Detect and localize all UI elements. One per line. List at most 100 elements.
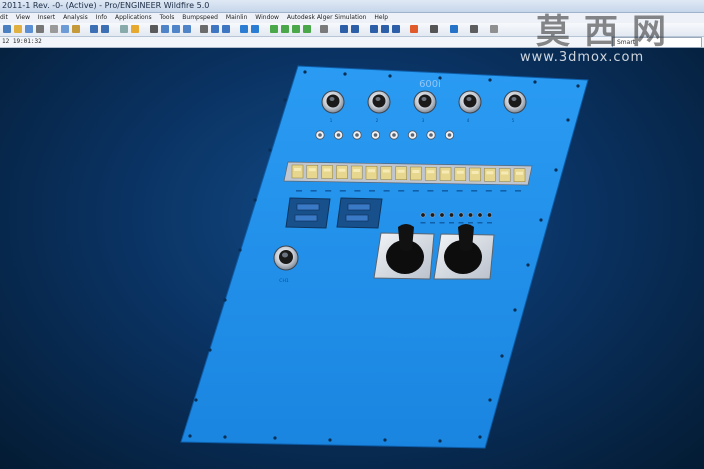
terminal-label — [369, 190, 375, 192]
redo-icon[interactable] — [101, 25, 109, 33]
help-icon[interactable] — [450, 25, 458, 33]
terminal-block[interactable] — [321, 165, 333, 179]
terminal-block[interactable] — [454, 167, 467, 181]
datum-planes-icon[interactable] — [270, 25, 278, 33]
terminal-block[interactable] — [336, 165, 348, 179]
measure-icon[interactable] — [410, 25, 418, 33]
menu-analysis[interactable]: Analysis — [63, 13, 88, 23]
layer-icon[interactable] — [430, 25, 438, 33]
mounting-hole — [554, 168, 558, 172]
mounting-hole — [283, 98, 287, 102]
terminal-label — [515, 190, 521, 192]
context-help-icon[interactable] — [470, 25, 478, 33]
cut-icon[interactable] — [50, 25, 58, 33]
menu-applications[interactable]: Applications — [115, 13, 152, 23]
annotation-icon[interactable] — [320, 25, 328, 33]
mounting-hole — [526, 263, 530, 267]
new-file-icon[interactable] — [3, 25, 11, 33]
repaint-icon[interactable] — [150, 25, 158, 33]
menu-simulation[interactable]: Autodesk Alger Simulation — [287, 13, 367, 23]
refit-icon[interactable] — [183, 25, 191, 33]
terminal-block[interactable] — [424, 167, 437, 181]
regenerate-icon[interactable] — [120, 25, 128, 33]
secondary-toolbar — [0, 37, 704, 48]
toggle-switch[interactable] — [389, 130, 399, 140]
terminal-label — [296, 190, 302, 192]
toggle-switch[interactable] — [333, 130, 344, 140]
terminal-block[interactable] — [380, 166, 393, 180]
toggle-switch[interactable] — [315, 130, 325, 140]
csys-icon[interactable] — [303, 25, 311, 33]
terminal-block[interactable] — [513, 168, 526, 182]
toggle-switch[interactable] — [444, 130, 455, 140]
copy-icon[interactable] — [61, 25, 69, 33]
terminal-block[interactable] — [410, 166, 422, 181]
menu-tools[interactable]: Tools — [160, 13, 175, 23]
terminal-block[interactable] — [350, 165, 363, 180]
print-icon[interactable] — [36, 25, 44, 33]
menu-view[interactable]: View — [16, 13, 30, 23]
menu-info[interactable]: Info — [96, 13, 107, 23]
mounting-hole — [194, 398, 198, 402]
graphics-viewport[interactable]: 600i 12345 CH1 — [0, 48, 704, 469]
terminal-label — [412, 190, 419, 192]
menu-window[interactable]: Window — [255, 13, 279, 23]
model-scene[interactable]: 600i 12345 CH1 — [0, 48, 704, 469]
datum-axes-icon[interactable] — [281, 25, 289, 33]
terminal-block[interactable] — [439, 167, 452, 181]
open-file-icon[interactable] — [14, 25, 22, 33]
revolve-icon[interactable] — [392, 25, 400, 33]
terminal-label — [398, 190, 405, 192]
menu-help[interactable]: Help — [374, 13, 388, 23]
toggle-switch[interactable] — [407, 130, 418, 140]
toggle-switch[interactable] — [352, 130, 362, 140]
terminal-block[interactable] — [306, 165, 319, 179]
saved-views-icon[interactable] — [240, 25, 248, 33]
mounting-hole — [268, 148, 272, 152]
terminal-block[interactable] — [291, 164, 304, 179]
sketch-icon[interactable] — [370, 25, 378, 33]
toggle-switch[interactable] — [426, 130, 436, 140]
smart-filter-box[interactable]: Smart — [612, 37, 702, 48]
orient-icon[interactable] — [251, 25, 259, 33]
mounting-hole — [533, 80, 537, 84]
zoom-out-icon[interactable] — [172, 25, 180, 33]
terminal-label — [500, 190, 507, 192]
window-title: 2011-1 Rev. -0- (Active) - Pro/ENGINEER … — [2, 1, 210, 10]
db-connector-right[interactable] — [336, 197, 383, 229]
menu-bumpspeed[interactable]: Bumpspeed — [182, 13, 218, 23]
appearance-icon[interactable] — [340, 25, 348, 33]
terminal-block[interactable] — [498, 168, 511, 182]
model-tree-icon[interactable] — [351, 25, 359, 33]
db-connector-left[interactable] — [285, 197, 331, 229]
undo-icon[interactable] — [90, 25, 98, 33]
hidden-line-icon[interactable] — [222, 25, 230, 33]
settings-icon[interactable] — [490, 25, 498, 33]
db-port-icon — [345, 214, 369, 222]
rotary-knob-single[interactable] — [273, 245, 299, 271]
terminal-block[interactable] — [365, 166, 378, 180]
knob-label: 4 — [467, 118, 470, 123]
terminal-strip — [283, 161, 533, 186]
save-icon[interactable] — [25, 25, 33, 33]
datum-points-icon[interactable] — [292, 25, 300, 33]
terminal-block[interactable] — [469, 167, 481, 182]
panel-model-label: 600i — [419, 79, 441, 90]
menu-edit[interactable]: dit — [0, 13, 8, 23]
shading-icon[interactable] — [200, 25, 208, 33]
mounting-hole — [223, 298, 227, 302]
zoom-in-icon[interactable] — [161, 25, 169, 33]
mounting-hole — [223, 435, 227, 439]
terminal-block[interactable] — [395, 166, 407, 180]
mounting-hole — [576, 84, 580, 88]
mounting-hole — [438, 439, 442, 443]
find-icon[interactable] — [131, 25, 139, 33]
menu-insert[interactable]: Insert — [38, 13, 55, 23]
wireframe-icon[interactable] — [211, 25, 219, 33]
toggle-switch[interactable] — [370, 130, 381, 140]
terminal-block[interactable] — [484, 168, 496, 182]
extrude-icon[interactable] — [381, 25, 389, 33]
paste-icon[interactable] — [72, 25, 80, 33]
menu-mainlin[interactable]: Mainlin — [226, 13, 247, 23]
knob-label: 1 — [330, 118, 333, 123]
